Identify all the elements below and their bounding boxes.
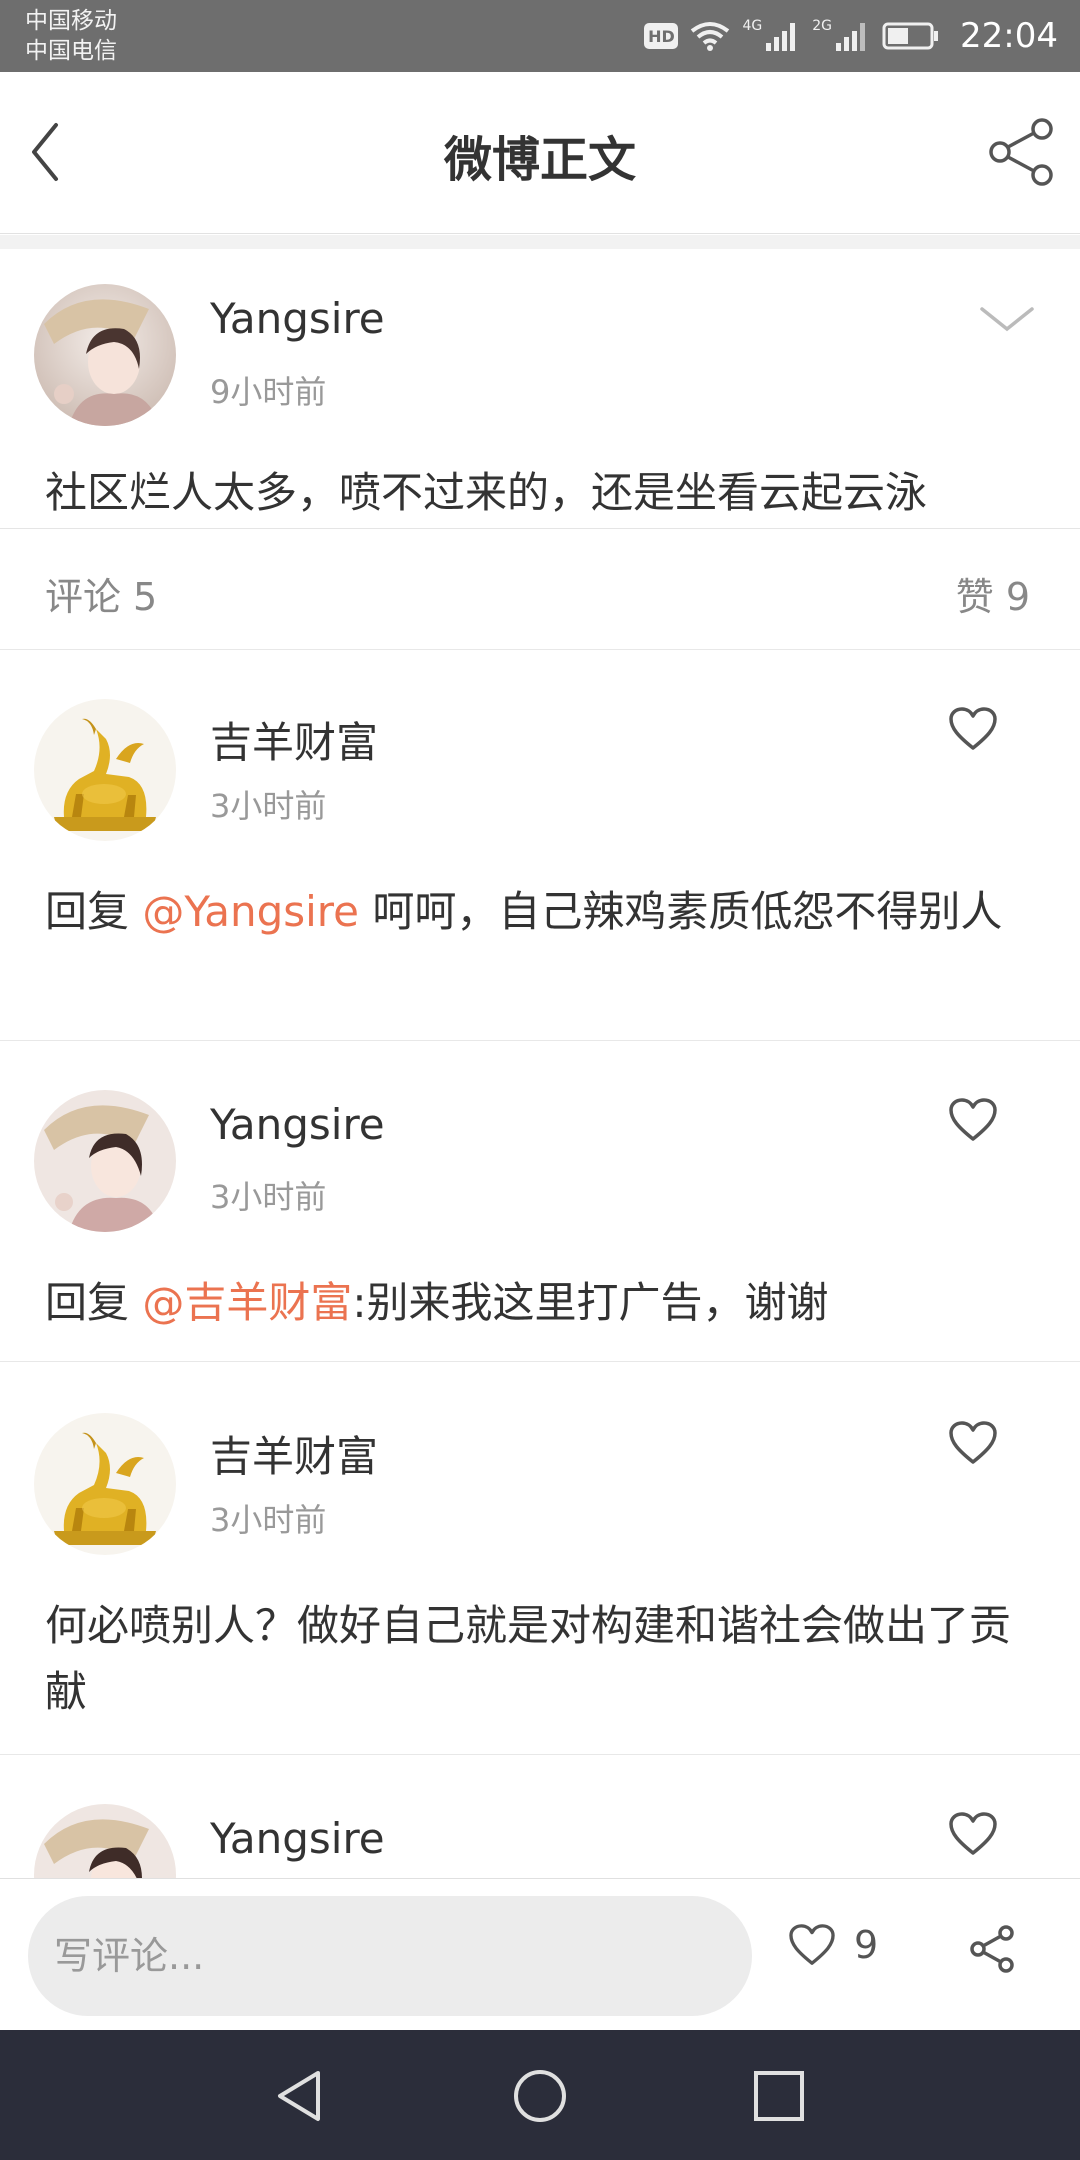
status-icons: HD 4G 2G 22:04 xyxy=(644,0,1058,72)
post-text: 社区烂人太多，喷不过来的，还是坐看云起云泳 xyxy=(45,468,928,517)
bottom-action-bar: 9 xyxy=(0,1878,1080,2030)
network-type-2: 2G xyxy=(812,18,833,34)
comment-item: Yangsire 3小时前 回复 @吉羊财富:别来我这里打广告，谢谢 xyxy=(0,1042,1080,1362)
comment-item: 吉羊财富 3小时前 回复 @Yangsire 呵呵，自己辣鸡素质低怨不得别人 xyxy=(0,651,1080,1041)
heart-icon xyxy=(789,1924,835,1965)
heart-icon[interactable] xyxy=(948,1811,998,1857)
comment-body: 呵呵，自己辣鸡素质低怨不得别人 xyxy=(358,887,1003,936)
likes-count[interactable]: 赞9 xyxy=(956,566,1030,621)
carrier-info: 中国移动 中国电信 xyxy=(25,6,117,66)
comments-number: 5 xyxy=(133,575,158,619)
comment-time: 3小时前 xyxy=(210,1178,327,1216)
post-time: 9小时前 xyxy=(210,373,327,411)
comment-author[interactable]: Yangsire xyxy=(210,1100,385,1149)
hd-icon: HD xyxy=(644,23,679,49)
status-bar: 中国移动 中国电信 HD 4G 2G 22:04 xyxy=(0,0,1080,72)
comment-text: 何必喷别人？做好自己就是对构建和谐社会做出了贡献 xyxy=(45,1601,1012,1716)
divider xyxy=(0,235,1080,249)
comment-text: 回复 @吉羊财富:别来我这里打广告，谢谢 xyxy=(45,1270,1040,1336)
avatar[interactable] xyxy=(34,699,176,841)
reply-prefix: 回复 xyxy=(45,1278,143,1327)
signal-icon-2 xyxy=(836,23,866,51)
comment-item: Yangsire xyxy=(0,1756,1080,1878)
comment-time: 3小时前 xyxy=(210,1501,327,1539)
avatar[interactable] xyxy=(34,1804,176,1878)
carrier-1: 中国移动 xyxy=(25,8,117,34)
comment-body: :别来我这里打广告，谢谢 xyxy=(352,1278,829,1327)
comment-text: 回复 @Yangsire 呵呵，自己辣鸡素质低怨不得别人 xyxy=(45,879,1040,945)
signal-icon xyxy=(766,23,796,51)
likes-number: 9 xyxy=(1005,575,1030,619)
title-bar: 微博正文 xyxy=(0,72,1080,234)
comment-time: 3小时前 xyxy=(210,787,327,825)
nav-back-icon[interactable] xyxy=(270,2065,332,2127)
comment-item: 吉羊财富 3小时前 何必喷别人？做好自己就是对构建和谐社会做出了贡献 xyxy=(0,1365,1080,1755)
system-nav-bar xyxy=(0,2030,1080,2160)
avatar[interactable] xyxy=(34,284,176,426)
weibo-post: Yangsire 9小时前 社区烂人太多，喷不过来的，还是坐看云起云泳 xyxy=(0,249,1080,529)
avatar[interactable] xyxy=(34,1090,176,1232)
clock: 22:04 xyxy=(960,16,1058,56)
battery-icon xyxy=(882,22,939,50)
network-type-1: 4G xyxy=(742,18,763,34)
comments-count[interactable]: 评论 5 xyxy=(45,566,157,621)
mention-link[interactable]: @Yangsire xyxy=(142,887,359,936)
chevron-down-icon[interactable] xyxy=(974,299,1040,339)
heart-icon[interactable] xyxy=(948,706,998,752)
page-title: 微博正文 xyxy=(443,132,636,188)
share-icon[interactable] xyxy=(986,116,1058,188)
heart-icon[interactable] xyxy=(948,1097,998,1143)
comment-author[interactable]: 吉羊财富 xyxy=(210,1423,378,1484)
carrier-2: 中国电信 xyxy=(25,38,117,64)
like-button[interactable]: 9 xyxy=(788,1923,878,1967)
likes-label: 赞 xyxy=(955,575,994,619)
wifi-icon xyxy=(691,22,730,51)
avatar[interactable] xyxy=(34,1413,176,1555)
post-author[interactable]: Yangsire xyxy=(210,294,385,343)
comment-author[interactable]: Yangsire xyxy=(210,1814,385,1863)
mention-link[interactable]: @吉羊财富 xyxy=(142,1278,352,1327)
like-count: 9 xyxy=(854,1923,879,1967)
comment-author[interactable]: 吉羊财富 xyxy=(210,709,378,770)
comment-input[interactable] xyxy=(28,1896,752,2016)
stats-row: 评论 5 赞9 xyxy=(0,530,1080,650)
reply-prefix: 回复 xyxy=(45,887,143,936)
heart-icon[interactable] xyxy=(948,1420,998,1466)
share-icon[interactable] xyxy=(966,1923,1018,1975)
nav-recents-icon[interactable] xyxy=(748,2065,810,2127)
nav-home-icon[interactable] xyxy=(509,2065,571,2127)
comments-label: 评论 xyxy=(45,575,122,619)
